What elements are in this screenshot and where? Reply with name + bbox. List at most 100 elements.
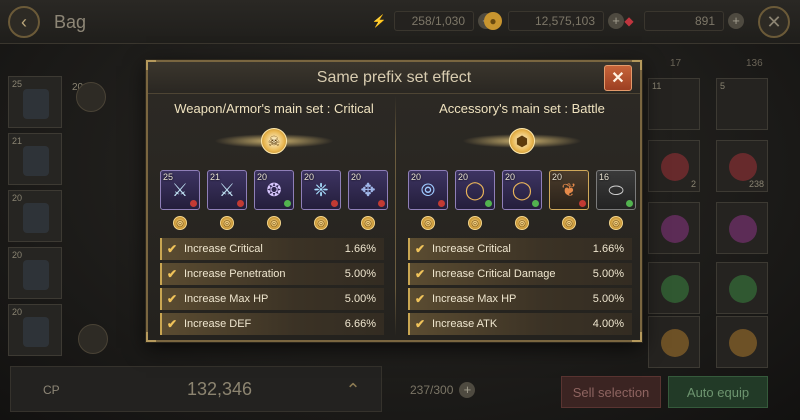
equipped-slot[interactable]: 20 xyxy=(8,304,62,356)
accessory-set-sockets: ◎ ◎ ◎ ◎ ◎ xyxy=(408,216,636,230)
back-button[interactable]: ‹ xyxy=(8,6,40,38)
inventory-slot[interactable] xyxy=(716,316,768,368)
add-gem-button[interactable]: + xyxy=(728,13,744,29)
arrow-left-icon: ‹ xyxy=(21,11,27,32)
inventory-slot[interactable]: 5 xyxy=(716,78,768,130)
panel-divider xyxy=(395,96,396,336)
stat-row: ✔ Increase Critical 1.66% xyxy=(160,238,384,260)
double-chevron-up-icon[interactable]: ⌃ xyxy=(337,375,369,405)
auto-equip-button[interactable]: Auto equip xyxy=(668,376,768,408)
inventory-slot[interactable] xyxy=(648,262,700,314)
skull-emblem: ☠ xyxy=(261,128,287,154)
checkmark-icon: ✔ xyxy=(166,267,178,281)
stat-row: ✔ Increase Max HP 5.00% xyxy=(408,288,632,310)
set-item-slot[interactable]: 20 ❈ xyxy=(301,170,341,210)
crossed-swords-skull-icon: ☠ xyxy=(214,124,334,158)
socket-icon: ◎ xyxy=(468,216,482,230)
stat-row: ✔ Increase Penetration 5.00% xyxy=(160,263,384,285)
inventory-slot[interactable]: 238 xyxy=(716,140,768,192)
accessory-set-panel: Accessory's main set : Battle ⬢ 20 ⦾ 20 ◯ … xyxy=(402,96,642,340)
accessory-set-stats: ✔ Increase Critical 1.66% ✔ Increase Critic… xyxy=(408,238,632,338)
inventory-slot[interactable] xyxy=(716,202,768,254)
red-gem-icon xyxy=(331,200,338,207)
gold-gem-icon xyxy=(729,329,757,357)
cp-value: 132,346 xyxy=(187,379,253,399)
set-item-slot[interactable]: 20 ❦ xyxy=(549,170,589,210)
checkmark-icon: ✔ xyxy=(166,242,178,256)
stat-row: ✔ Increase Max HP 5.00% xyxy=(160,288,384,310)
stamina-value: 258/1,030 xyxy=(394,11,474,31)
ring-icon: ◯ xyxy=(464,180,486,200)
red-gem-icon xyxy=(729,153,757,181)
set-item-slot[interactable]: 16 ⬭ xyxy=(596,170,636,210)
green-gem-icon xyxy=(485,200,492,207)
socket-icon: ◎ xyxy=(314,216,328,230)
bracelet-icon: ⬭ xyxy=(608,180,624,200)
set-item-slot[interactable]: 20 ❂ xyxy=(254,170,294,210)
close-bag-button[interactable]: ✕ xyxy=(758,6,790,38)
red-gem-icon xyxy=(579,200,586,207)
socket-icon: ◎ xyxy=(220,216,234,230)
set-item-slot[interactable]: 20 ◯ xyxy=(455,170,495,210)
cp-bar: CP 132,346 ⌃ xyxy=(10,366,382,412)
green-gem-icon xyxy=(729,275,757,303)
dialog-close-button[interactable]: ✕ xyxy=(604,65,632,91)
gem-value: 891 xyxy=(644,11,724,31)
green-gem-icon xyxy=(661,275,689,303)
accessory-set-title: Accessory's main set : Battle xyxy=(439,101,605,116)
checkmark-icon: ✔ xyxy=(414,317,426,331)
set-item-slot[interactable]: 20 ⦾ xyxy=(408,170,448,210)
equipped-slot[interactable]: 20 xyxy=(8,190,62,242)
purple-gem-icon xyxy=(729,215,757,243)
set-item-slot[interactable]: 25 ⚔ xyxy=(160,170,200,210)
page-title: Bag xyxy=(54,12,87,32)
red-gem-icon xyxy=(237,200,244,207)
inventory-slot[interactable]: 2 xyxy=(648,140,700,192)
inventory-slot[interactable] xyxy=(716,262,768,314)
stat-row: ✔ Increase Critical 1.66% xyxy=(408,238,632,260)
equipped-slot[interactable]: 20 xyxy=(8,247,62,299)
socket-icon: ◎ xyxy=(361,216,375,230)
gold-gem-icon xyxy=(661,329,689,357)
weapon-set-stats: ✔ Increase Critical 1.66% ✔ Increase Penetr… xyxy=(160,238,384,338)
set-badge-icon[interactable] xyxy=(78,324,108,354)
red-gem-icon xyxy=(661,153,689,181)
tab-count-a[interactable]: 17 xyxy=(670,58,681,69)
inventory-slot[interactable]: 205 xyxy=(625,202,700,254)
stamina-resource: ⚡ 258/1,030 + xyxy=(370,10,494,32)
set-item-slot[interactable]: 21 ⚔ xyxy=(207,170,247,210)
equipped-slot[interactable]: 25 xyxy=(8,76,62,128)
bag-capacity: 237/300 + xyxy=(410,382,476,398)
set-item-slot[interactable]: 20 ◯ xyxy=(502,170,542,210)
red-gem-icon xyxy=(438,200,445,207)
red-gem-icon xyxy=(378,200,385,207)
weapon-icon xyxy=(23,89,49,119)
necklace-icon: ⦾ xyxy=(420,180,436,200)
equipped-list: 25 21 20 20 20 xyxy=(8,76,64,361)
earring-icon: ❦ xyxy=(561,180,577,200)
set-item-slot[interactable]: 20 ✥ xyxy=(348,170,388,210)
inventory-slot[interactable] xyxy=(648,316,700,368)
socket-icon: ◎ xyxy=(562,216,576,230)
close-icon: ✕ xyxy=(766,11,782,32)
weapon-icon: ⚔ xyxy=(171,180,189,200)
expand-bag-button[interactable]: + xyxy=(459,382,476,398)
inventory-slot[interactable]: 11 xyxy=(648,78,700,130)
red-gem-icon xyxy=(190,200,197,207)
sell-selection-button[interactable]: Sell selection xyxy=(561,376,661,408)
green-gem-icon xyxy=(532,200,539,207)
checkmark-icon: ✔ xyxy=(166,317,178,331)
stat-row: ✔ Increase DEF 6.66% xyxy=(160,313,384,335)
checkmark-icon: ✔ xyxy=(414,242,426,256)
gem-resource: ◆ 891 + xyxy=(620,10,744,32)
tab-count-b[interactable]: 136 xyxy=(746,58,763,69)
armor-icon: ❈ xyxy=(313,180,329,200)
weapon-set-items: 25 ⚔ 21 ⚔ 20 ❂ 20 ❈ 20 ✥ xyxy=(160,170,388,210)
checkmark-icon: ✔ xyxy=(414,267,426,281)
sword-badge-icon[interactable] xyxy=(76,82,106,112)
ring-icon: ◯ xyxy=(511,180,533,200)
purple-gem-icon xyxy=(661,215,689,243)
equipped-slot[interactable]: 21 xyxy=(8,133,62,185)
socket-icon: ◎ xyxy=(173,216,187,230)
hexagon-emblem: ⬢ xyxy=(509,128,535,154)
